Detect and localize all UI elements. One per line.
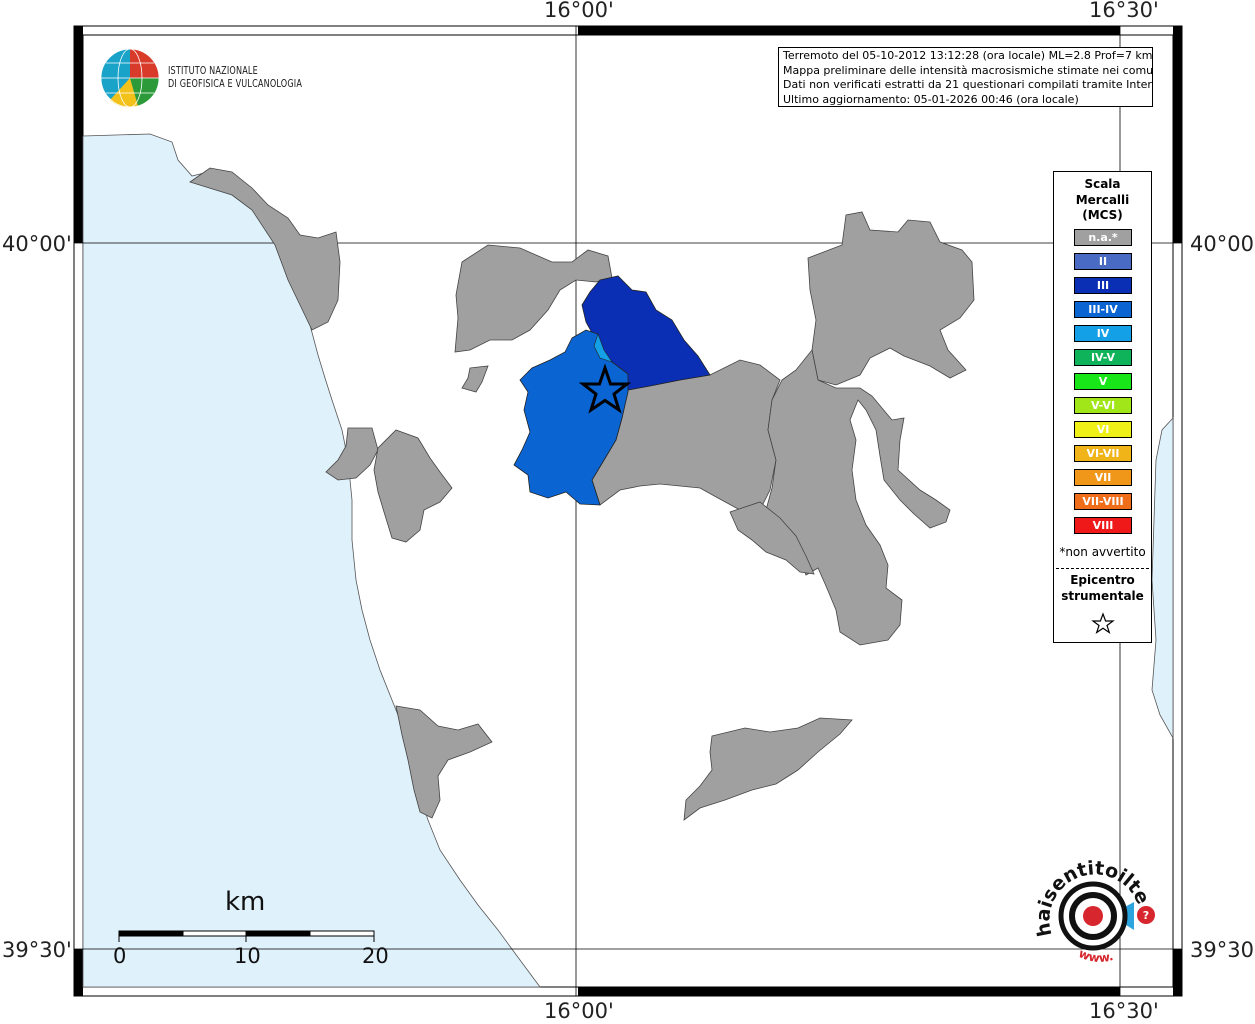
coord-right-40-00: 40°00' xyxy=(1190,232,1255,256)
legend-separator xyxy=(1056,568,1149,569)
frame-bar-left-upper xyxy=(74,35,83,243)
legend-item: VI xyxy=(1074,421,1132,438)
legend-item: V xyxy=(1074,373,1132,390)
legend-item: IV xyxy=(1074,325,1132,342)
frame-bar-bottom xyxy=(578,987,1120,996)
coord-left-39-30: 39°30' xyxy=(2,938,72,962)
mcs-legend: Scala Mercalli (MCS) n.a.* II III III-IV IV I… xyxy=(1053,171,1152,643)
scale-segment xyxy=(182,930,247,937)
frame-bar-top xyxy=(578,26,1120,35)
legend-title-line3: (MCS) xyxy=(1082,208,1123,222)
scale-title: km xyxy=(225,887,266,917)
svg-text:?: ? xyxy=(1143,909,1149,922)
legend-item: n.a.* xyxy=(1074,229,1132,246)
scale-tick-10: 10 xyxy=(234,944,261,968)
coord-top-16-00: 16°00' xyxy=(544,0,614,22)
legend-epicentre-line2: strumentale xyxy=(1061,589,1144,603)
legend-item: IV-V xyxy=(1074,349,1132,366)
legend-item: III xyxy=(1074,277,1132,294)
legend-star-icon xyxy=(1091,612,1115,634)
legend-title-line1: Scala xyxy=(1084,177,1121,191)
coord-top-16-30: 16°30' xyxy=(1089,0,1159,22)
legend-items: n.a.* II III III-IV IV IV-V V V-VI VI VI-VII VII VI… xyxy=(1074,229,1132,541)
scale-segment xyxy=(309,930,375,937)
frame-corner-bl xyxy=(74,987,83,996)
frame-bar-left-lower xyxy=(74,949,83,987)
legend-item: III-IV xyxy=(1074,301,1132,318)
scale-tick-0: 0 xyxy=(113,944,127,968)
legend-epicentre-label: Epicentro strumentale xyxy=(1054,572,1151,604)
legend-item: VIII xyxy=(1074,517,1132,534)
info-line2: Mappa preliminare delle intensità macros… xyxy=(783,63,1153,77)
info-line1: Terremoto del 05-10-2012 13:12:28 (ora l… xyxy=(783,49,1153,62)
frame-corner-tl xyxy=(74,26,83,35)
legend-item: VII xyxy=(1074,469,1132,486)
coord-right-39-30: 39°30' xyxy=(1190,938,1255,962)
legend-epicentre-line1: Epicentro xyxy=(1070,573,1135,587)
info-line3: Dati non verificati estratti da 21 quest… xyxy=(783,78,1153,91)
scale-segment xyxy=(118,930,184,937)
scale-tick-20: 20 xyxy=(362,944,389,968)
legend-item: VII-VIII xyxy=(1074,493,1132,510)
ingv-logo-line1: ISTITUTO NAZIONALE xyxy=(168,64,258,77)
legend-item: II xyxy=(1074,253,1132,270)
legend-note: *non avvertito xyxy=(1059,545,1146,559)
legend-item: V-VI xyxy=(1074,397,1132,414)
coord-left-40-00: 40°00' xyxy=(2,232,72,256)
info-line4: Ultimo aggiornamento: 05-01-2026 00:46 (… xyxy=(783,92,1079,106)
earthquake-info-box: Terremoto del 05-10-2012 13:12:28 (ora l… xyxy=(778,47,1153,107)
ingv-logo-text: ISTITUTO NAZIONALE DI GEOFISICA E VULCAN… xyxy=(168,64,302,90)
ingv-logo-line2: DI GEOFISICA E VULCANOLOGIA xyxy=(168,77,303,90)
frame-corner-tr xyxy=(1173,26,1182,35)
legend-item: VI-VII xyxy=(1074,445,1132,462)
frame-bar-right-upper xyxy=(1173,35,1182,243)
legend-title: Scala Mercalli (MCS) xyxy=(1054,177,1151,224)
ingv-globe-icon xyxy=(100,48,160,108)
frame-corner-br xyxy=(1173,987,1182,996)
frame-bar-right-lower xyxy=(1173,949,1182,987)
coord-bottom-16-00: 16°00' xyxy=(544,999,614,1023)
scale-segment xyxy=(245,930,311,937)
legend-title-line2: Mercalli xyxy=(1075,192,1130,207)
coord-bottom-16-30: 16°30' xyxy=(1089,999,1159,1023)
